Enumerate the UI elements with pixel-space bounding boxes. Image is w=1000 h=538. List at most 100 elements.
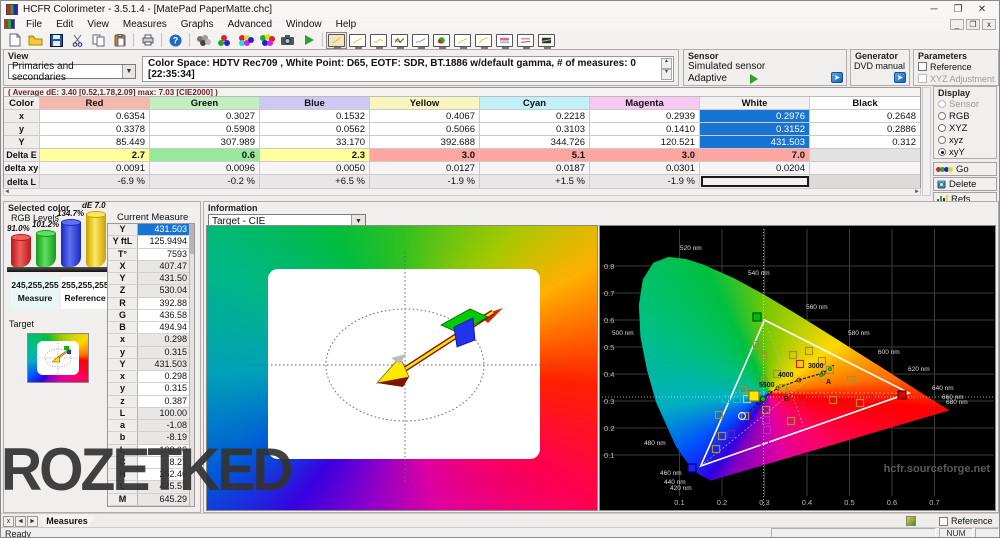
- cell-yellow-x[interactable]: 0.4067: [370, 110, 480, 122]
- cell-black-delta-e[interactable]: [810, 149, 920, 161]
- display-option-rgb[interactable]: RGB: [938, 110, 994, 122]
- cell-black-y[interactable]: 0.312: [810, 136, 920, 148]
- cell-black-delta-l[interactable]: [810, 175, 920, 188]
- help-icon[interactable]: ?: [165, 32, 186, 49]
- graph-view-icon-3[interactable]: [368, 32, 389, 49]
- column-header-blue[interactable]: Blue: [260, 97, 370, 109]
- mdi-minimize-icon[interactable]: _: [950, 19, 964, 30]
- tab-prev-button[interactable]: ◄: [15, 516, 26, 527]
- cell-blue-y[interactable]: 33.170: [260, 136, 370, 148]
- graph-view-icon-8[interactable]: [473, 32, 494, 49]
- cell-magenta-delta-e[interactable]: 3.0: [590, 149, 700, 161]
- cell-cyan-delta-e[interactable]: 5.1: [480, 149, 590, 161]
- graph-view-icon-11[interactable]: [536, 32, 557, 49]
- graph-view-icon-9[interactable]: [494, 32, 515, 49]
- cell-red-y[interactable]: 0.3378: [40, 123, 150, 135]
- cell-white-delta-e[interactable]: 7.0: [700, 149, 810, 161]
- cell-magenta-delta-l[interactable]: -1.9 %: [590, 175, 700, 188]
- minimize-icon[interactable]: ─: [922, 4, 946, 15]
- cell-yellow-delta-xy[interactable]: 0.0127: [370, 162, 480, 174]
- cell-magenta-x[interactable]: 0.2939: [590, 110, 700, 122]
- new-file-icon[interactable]: [4, 32, 25, 49]
- cell-cyan-x[interactable]: 0.2218: [480, 110, 590, 122]
- column-header-cyan[interactable]: Cyan: [480, 97, 590, 109]
- cell-blue-delta-xy[interactable]: 0.0050: [260, 162, 370, 174]
- cell-red-x[interactable]: 0.6354: [40, 110, 150, 122]
- primaries-measure-icon[interactable]: [214, 32, 235, 49]
- cell-green-delta-e[interactable]: 0.6: [150, 149, 260, 161]
- graph-view-icon-7[interactable]: [452, 32, 473, 49]
- cell-white-delta-l[interactable]: [700, 175, 810, 188]
- snapshot-icon[interactable]: [277, 32, 298, 49]
- cell-black-y[interactable]: 0.2886: [810, 123, 920, 135]
- display-option-xyy[interactable]: xyY: [938, 146, 994, 158]
- tab-close-button[interactable]: x: [3, 516, 14, 527]
- menu-view[interactable]: View: [80, 19, 116, 30]
- cell-blue-delta-l[interactable]: +6.5 %: [260, 175, 370, 188]
- cell-red-y[interactable]: 85.449: [40, 136, 150, 148]
- run-measures-icon[interactable]: [298, 32, 319, 49]
- cell-magenta-delta-xy[interactable]: 0.0301: [590, 162, 700, 174]
- xyz-adjustment-checkbox[interactable]: XYZ Adjustment: [918, 74, 995, 84]
- cell-cyan-y[interactable]: 344.726: [480, 136, 590, 148]
- bottom-reference-checkbox[interactable]: Reference: [939, 516, 993, 526]
- cell-green-x[interactable]: 0.3027: [150, 110, 260, 122]
- column-header-black[interactable]: Black: [810, 97, 920, 109]
- column-header-magenta[interactable]: Magenta: [590, 97, 700, 109]
- chevron-down-icon[interactable]: ▼: [122, 65, 135, 78]
- mdi-close-icon[interactable]: x: [982, 19, 996, 30]
- menu-measures[interactable]: Measures: [116, 19, 174, 30]
- sensor-config-icon[interactable]: ➤: [831, 72, 843, 83]
- print-icon[interactable]: [137, 32, 158, 49]
- menu-edit[interactable]: Edit: [49, 19, 80, 30]
- cell-magenta-y[interactable]: 120.521: [590, 136, 700, 148]
- cell-red-delta-xy[interactable]: 0.0091: [40, 162, 150, 174]
- cell-cyan-delta-xy[interactable]: 0.0187: [480, 162, 590, 174]
- graph-view-icon-4[interactable]: [389, 32, 410, 49]
- column-header-white[interactable]: White: [700, 97, 810, 109]
- table-vertical-scrollbar[interactable]: [922, 87, 931, 196]
- cell-red-delta-l[interactable]: -6.9 %: [40, 175, 150, 188]
- graph-view-icon-10[interactable]: [515, 32, 536, 49]
- cell-green-y[interactable]: 0.5908: [150, 123, 260, 135]
- cell-magenta-y[interactable]: 0.1410: [590, 123, 700, 135]
- cell-cyan-delta-l[interactable]: +1.5 %: [480, 175, 590, 188]
- view-mode-select[interactable]: Primaries and secondaries ▼: [8, 64, 136, 79]
- column-header-color[interactable]: Color: [4, 97, 40, 109]
- save-icon[interactable]: [46, 32, 67, 49]
- go-button[interactable]: Go: [933, 162, 997, 176]
- delete-button[interactable]: Delete: [933, 177, 997, 191]
- cell-white-delta-xy[interactable]: 0.0204: [700, 162, 810, 174]
- sensor-play-icon[interactable]: [750, 74, 758, 84]
- cell-blue-x[interactable]: 0.1532: [260, 110, 370, 122]
- cell-green-delta-xy[interactable]: 0.0096: [150, 162, 260, 174]
- cell-white-x[interactable]: 0.2976: [700, 110, 810, 122]
- column-header-red[interactable]: Red: [40, 97, 150, 109]
- table-horizontal-scrollbar[interactable]: ◄►: [3, 188, 921, 196]
- cell-white-y[interactable]: 0.3152: [700, 123, 810, 135]
- mdi-restore-icon[interactable]: ❐: [966, 19, 980, 30]
- menu-file[interactable]: File: [19, 19, 49, 30]
- cell-green-y[interactable]: 307.989: [150, 136, 260, 148]
- display-option-xyz[interactable]: xyz: [938, 134, 994, 146]
- info-spinner[interactable]: ▲▼: [661, 58, 672, 80]
- all-colors-measure-icon[interactable]: [256, 32, 277, 49]
- column-header-yellow[interactable]: Yellow: [370, 97, 480, 109]
- cell-black-delta-xy[interactable]: [810, 162, 920, 174]
- cell-green-delta-l[interactable]: -0.2 %: [150, 175, 260, 188]
- cell-blue-y[interactable]: 0.0562: [260, 123, 370, 135]
- cell-blue-delta-e[interactable]: 2.3: [260, 149, 370, 161]
- reference-checkbox[interactable]: Reference: [918, 62, 972, 72]
- column-header-green[interactable]: Green: [150, 97, 260, 109]
- measure-table-scrollbar[interactable]: [189, 224, 194, 506]
- cell-cyan-y[interactable]: 0.3103: [480, 123, 590, 135]
- grayscale-measure-icon[interactable]: [193, 32, 214, 49]
- copy-icon[interactable]: [88, 32, 109, 49]
- graph-view-icon-1[interactable]: [326, 32, 347, 49]
- display-option-xyz[interactable]: XYZ: [938, 122, 994, 134]
- secondaries-measure-icon[interactable]: [235, 32, 256, 49]
- cut-icon[interactable]: [67, 32, 88, 49]
- graph-view-icon-5[interactable]: [410, 32, 431, 49]
- menu-window[interactable]: Window: [279, 19, 329, 30]
- restore-icon[interactable]: ❐: [946, 4, 970, 15]
